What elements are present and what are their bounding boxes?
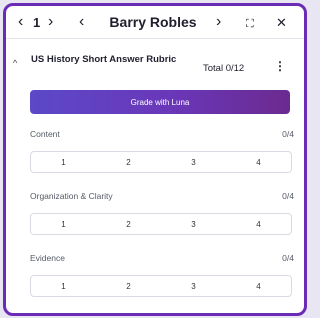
criterion-score-evidence: 0/4 xyxy=(282,253,294,263)
score-option[interactable]: 4 xyxy=(226,152,291,172)
score-option[interactable]: 3 xyxy=(161,152,226,172)
more-options-icon[interactable]: ⋮ xyxy=(274,59,286,73)
criterion-label-organization: Organization & Clarity xyxy=(30,191,113,201)
next-page-icon[interactable]: › xyxy=(48,13,53,31)
score-option[interactable]: 3 xyxy=(161,276,226,296)
score-option[interactable]: 4 xyxy=(226,276,291,296)
criterion-score-organization: 0/4 xyxy=(282,191,294,201)
criterion-score-content: 0/4 xyxy=(282,129,294,139)
score-option[interactable]: 3 xyxy=(161,214,226,234)
previous-student-icon[interactable]: ‹ xyxy=(79,13,84,31)
criterion-label-content: Content xyxy=(30,129,60,139)
score-scale-evidence: 1 2 3 4 xyxy=(30,275,292,297)
score-scale-organization: 1 2 3 4 xyxy=(30,213,292,235)
criterion-label-evidence: Evidence xyxy=(30,253,65,263)
collapse-chevron-icon[interactable]: ^ xyxy=(13,58,17,68)
rubric-title: US History Short Answer Rubric xyxy=(31,54,177,65)
expand-icon[interactable]: ⛶ xyxy=(246,15,254,33)
next-student-icon[interactable]: › xyxy=(216,13,221,31)
score-option[interactable]: 2 xyxy=(96,214,161,234)
rubric-total: Total 0/12 xyxy=(203,63,245,74)
navigation-bar: ‹ 1 › ‹ Barry Robles › ⛶ ✕ xyxy=(6,6,304,39)
score-option[interactable]: 1 xyxy=(31,276,96,296)
grade-with-luna-button[interactable]: Grade with Luna xyxy=(30,90,290,114)
score-option[interactable]: 1 xyxy=(31,214,96,234)
close-icon[interactable]: ✕ xyxy=(276,14,287,32)
page-number: 1 xyxy=(33,15,41,30)
score-option[interactable]: 2 xyxy=(96,276,161,296)
score-scale-content: 1 2 3 4 xyxy=(30,151,292,173)
previous-page-icon[interactable]: ‹ xyxy=(18,13,23,31)
score-option[interactable]: 2 xyxy=(96,152,161,172)
grading-panel: ‹ 1 › ‹ Barry Robles › ⛶ ✕ ^ US History … xyxy=(3,3,307,316)
score-option[interactable]: 4 xyxy=(226,214,291,234)
score-option[interactable]: 1 xyxy=(31,152,96,172)
rubric-header: ^ US History Short Answer Rubric Total 0… xyxy=(6,46,304,80)
student-name: Barry Robles xyxy=(109,14,197,30)
